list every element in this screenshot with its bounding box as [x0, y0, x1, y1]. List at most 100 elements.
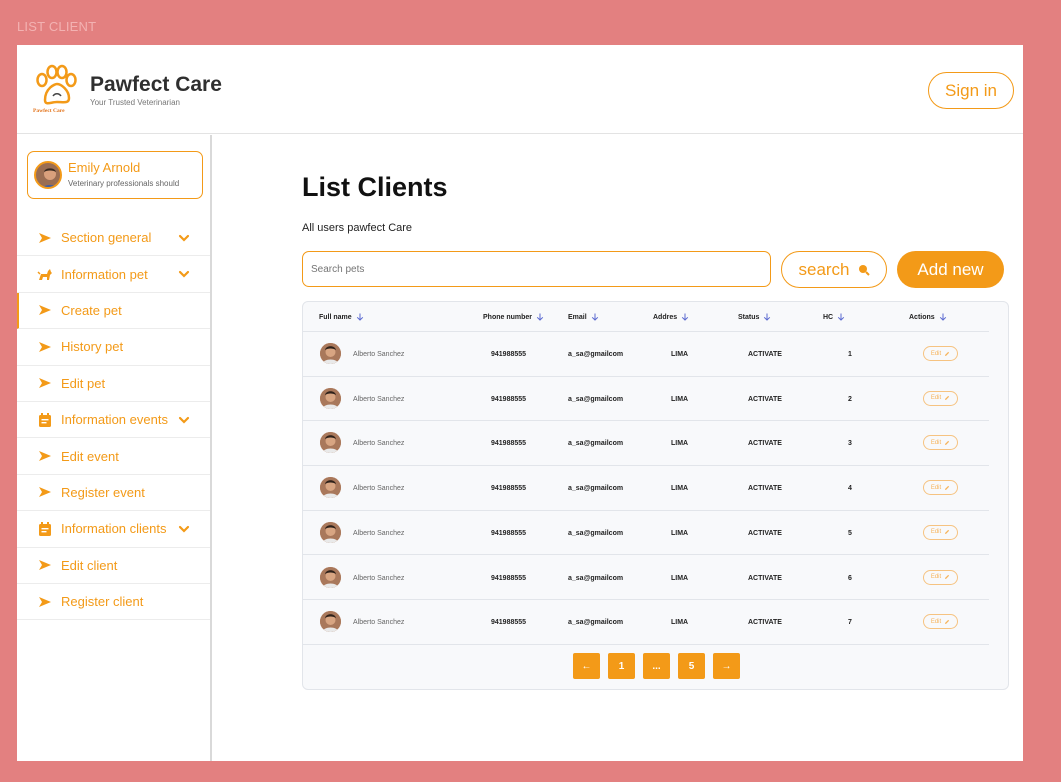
edit-button-label: Edit	[930, 350, 942, 357]
edit-button-label: Edit	[930, 484, 942, 491]
phone-cell: 941988555	[491, 395, 527, 403]
sidebar-item-label: Register event	[61, 484, 145, 500]
edit-button[interactable]: Edit	[923, 524, 958, 540]
column-header-label: Status	[738, 313, 760, 321]
table-row: Alberto Sanchez 941988555 a_sa@gmailcom LIM…	[303, 466, 989, 511]
sort-arrow-icon	[837, 313, 845, 321]
page-button-1[interactable]: 1	[608, 653, 635, 679]
next-page-button[interactable]: →	[713, 653, 740, 679]
full-name-cell: Alberto Sanchez	[353, 351, 405, 358]
sidebar-item-information-clients[interactable]: Information clients	[17, 511, 210, 548]
clients-table: Full name Phone number Email Addres Status HC…	[302, 301, 1009, 690]
address-cell: LIMA	[671, 485, 689, 493]
chevron-right-icon	[37, 230, 53, 246]
pencil-icon	[945, 485, 950, 490]
table-header: Full name Phone number Email Addres Status HC…	[303, 302, 989, 332]
edit-button-label: Edit	[930, 618, 942, 625]
email-cell: a_sa@gmailcom	[568, 440, 624, 448]
column-header-label: Email	[568, 313, 587, 321]
chevron-down-icon[interactable]	[178, 414, 190, 426]
add-new-button[interactable]: Add new	[897, 251, 1004, 288]
profile-name: Emily Arnold	[68, 160, 141, 175]
phone-cell: 941988555	[491, 529, 527, 537]
status-cell: ACTIVATE	[748, 619, 782, 627]
address-cell: LIMA	[671, 440, 689, 448]
profile-description: Veterinary professionals should	[68, 179, 180, 188]
address-cell: LIMA	[671, 574, 689, 582]
header: Pawfect Care Pawfect Care Your Trusted V…	[17, 45, 1023, 134]
chevron-down-icon[interactable]	[178, 232, 190, 244]
sort-arrow-icon	[939, 313, 946, 321]
sidebar-item-register-event[interactable]: Register event	[17, 475, 210, 512]
phone-cell: 941988555	[491, 485, 527, 493]
column-header-label: Full name	[319, 313, 352, 321]
dog-icon	[37, 266, 53, 282]
sidebar-item-register-client[interactable]: Register client	[17, 584, 210, 621]
page-ellipsis[interactable]: ...	[643, 653, 670, 679]
column-header-email[interactable]: Email	[568, 313, 599, 321]
full-name-cell: Alberto Sanchez	[353, 440, 405, 448]
column-header-status[interactable]: Status	[738, 313, 771, 321]
status-cell: ACTIVATE	[748, 529, 782, 537]
sidebar-item-create-pet[interactable]: Create pet	[17, 292, 210, 330]
pencil-icon	[945, 619, 950, 624]
page-subtitle: All users pawfect Care	[302, 222, 413, 234]
hc-cell: 5	[848, 529, 852, 537]
sort-arrow-icon	[591, 313, 598, 321]
email-cell: a_sa@gmailcom	[568, 619, 624, 627]
sidebar-item-label: Information pet	[61, 266, 148, 282]
pencil-icon	[945, 530, 950, 535]
column-header-label: Addres	[653, 313, 678, 321]
sidebar-item-information-events[interactable]: Information events	[17, 402, 210, 439]
avatar	[320, 521, 341, 543]
edit-button-label: Edit	[930, 395, 942, 402]
hc-cell: 4	[848, 485, 852, 493]
table-row: Alberto Sanchez 941988555 a_sa@gmailcom LIM…	[303, 600, 989, 645]
edit-button[interactable]: Edit	[923, 390, 958, 406]
hc-cell: 2	[848, 395, 852, 403]
hc-cell: 1	[848, 351, 852, 358]
page-button-5[interactable]: 5	[678, 653, 705, 679]
column-header-addres[interactable]: Addres	[653, 313, 689, 321]
column-header-actions[interactable]: Actions	[909, 313, 947, 321]
column-header-full-name[interactable]: Full name	[319, 313, 364, 321]
column-header-phone-number[interactable]: Phone number	[483, 313, 544, 321]
search-button-label: search	[798, 259, 850, 279]
sidebar-item-label: Section general	[61, 230, 152, 246]
status-cell: ACTIVATE	[748, 351, 782, 358]
pencil-icon	[945, 440, 950, 445]
chevron-down-icon[interactable]	[178, 268, 190, 280]
sidebar-item-information-pet[interactable]: Information pet	[17, 256, 210, 293]
profile-card[interactable]: Emily Arnold Veterinary professionals sh…	[27, 151, 203, 199]
sidebar-item-label: Information events	[61, 412, 168, 428]
edit-button[interactable]: Edit	[923, 346, 958, 361]
chevron-right-icon	[37, 448, 53, 464]
phone-cell: 941988555	[491, 619, 527, 627]
email-cell: a_sa@gmailcom	[568, 351, 624, 358]
edit-button-label: Edit	[930, 529, 942, 536]
column-header-hc[interactable]: HC	[823, 313, 845, 321]
sidebar-item-edit-event[interactable]: Edit event	[17, 438, 210, 475]
chevron-right-icon	[37, 484, 53, 500]
prev-page-button[interactable]: ←	[573, 653, 600, 679]
sidebar-item-history-pet[interactable]: History pet	[17, 329, 210, 366]
chevron-down-icon[interactable]	[178, 523, 190, 535]
search-input[interactable]	[302, 251, 771, 287]
avatar	[320, 343, 341, 364]
sign-in-button[interactable]: Sign in	[928, 72, 1014, 109]
edit-button[interactable]: Edit	[923, 614, 958, 630]
full-name-cell: Alberto Sanchez	[353, 619, 405, 627]
sidebar-item-edit-pet[interactable]: Edit pet	[17, 366, 210, 402]
sidebar-item-label: Edit event	[61, 448, 119, 464]
edit-button[interactable]: Edit	[923, 480, 958, 496]
edit-button-label: Edit	[930, 439, 942, 446]
avatar	[320, 387, 341, 409]
sidebar-item-section-general[interactable]: Section general	[17, 220, 210, 257]
address-cell: LIMA	[671, 619, 689, 627]
avatar	[320, 566, 341, 588]
sidebar-item-label: History pet	[61, 339, 124, 355]
search-button[interactable]: search	[781, 251, 887, 288]
edit-button[interactable]: Edit	[923, 569, 958, 585]
sidebar-item-edit-client[interactable]: Edit client	[17, 548, 210, 584]
edit-button[interactable]: Edit	[923, 435, 958, 451]
